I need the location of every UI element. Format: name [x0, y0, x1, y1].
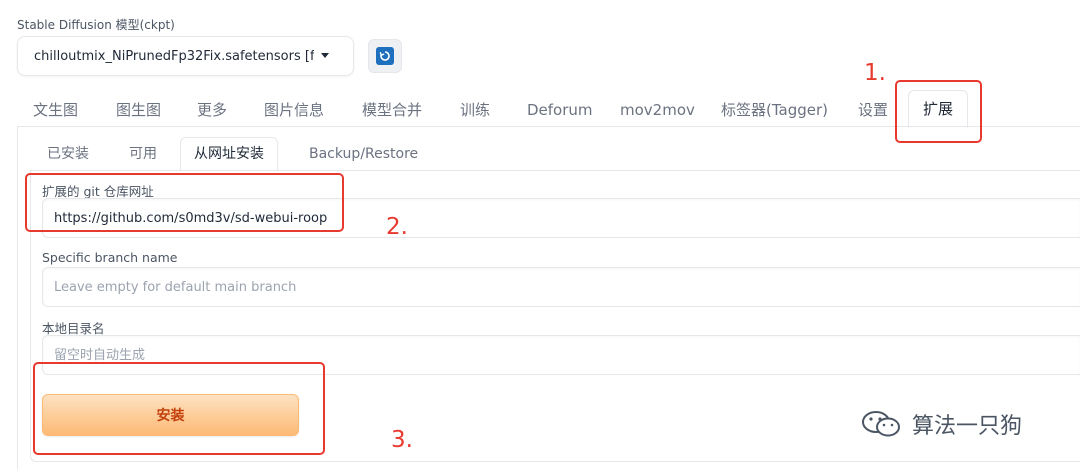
subtab-installed[interactable]: 已安装	[47, 146, 89, 170]
tab-mov2mov[interactable]: mov2mov	[620, 95, 695, 125]
watermark-text: 算法一只狗	[912, 414, 1023, 439]
subtab-install-from-url[interactable]: 从网址安装	[180, 137, 278, 171]
chevron-down-icon	[321, 53, 329, 58]
wechat-icon	[862, 411, 900, 437]
annotation-step-3: 3.	[391, 427, 413, 453]
tab-extras[interactable]: 更多	[197, 95, 227, 125]
subtab-available[interactable]: 可用	[129, 146, 157, 170]
tab-png-info[interactable]: 图片信息	[264, 95, 324, 125]
tab-deforum[interactable]: Deforum	[527, 95, 593, 125]
checkpoint-dropdown[interactable]: chilloutmix_NiPrunedFp32Fix.safetensors …	[17, 36, 354, 76]
annotation-box-git-url	[25, 173, 344, 232]
annotation-step-1: 1.	[864, 60, 886, 86]
refresh-checkpoint-button[interactable]	[368, 39, 402, 73]
branch-input[interactable]	[42, 267, 1080, 307]
annotation-box-install-button	[33, 362, 325, 455]
annotation-box-extensions-tab	[895, 80, 982, 143]
tab-settings[interactable]: 设置	[858, 95, 888, 125]
refresh-icon	[376, 47, 394, 65]
tab-train[interactable]: 训练	[460, 95, 490, 125]
annotation-step-2: 2.	[386, 214, 408, 240]
tab-img2img[interactable]: 图生图	[116, 95, 161, 125]
tab-txt2img[interactable]: 文生图	[33, 95, 78, 125]
checkpoint-label: Stable Diffusion 模型(ckpt)	[17, 18, 175, 32]
subtab-backup-restore[interactable]: Backup/Restore	[309, 146, 418, 170]
tab-checkpoint-merger[interactable]: 模型合并	[362, 95, 422, 125]
watermark: 算法一只狗	[858, 406, 1022, 442]
tab-tagger[interactable]: 标签器(Tagger)	[721, 95, 828, 125]
checkpoint-value: chilloutmix_NiPrunedFp32Fix.safetensors …	[34, 48, 314, 64]
branch-label: Specific branch name	[42, 250, 178, 265]
